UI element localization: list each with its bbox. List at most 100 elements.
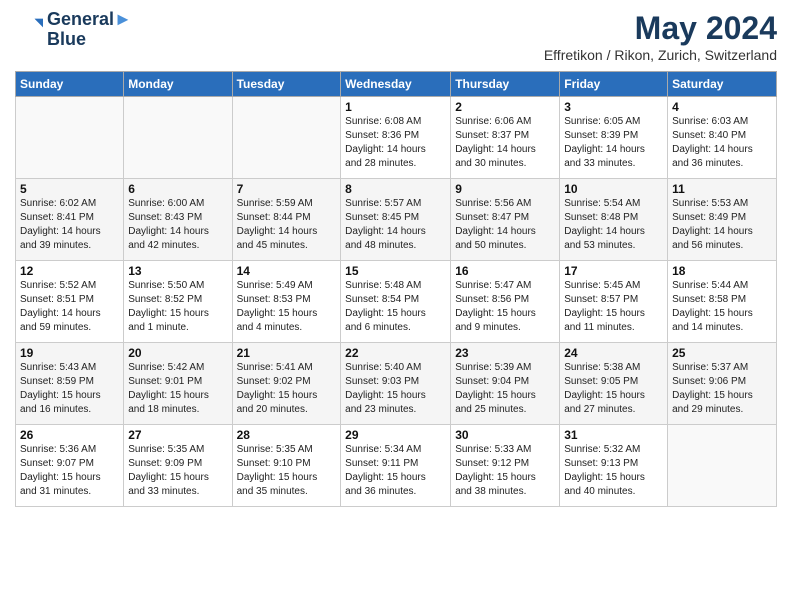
day-info: Sunrise: 5:36 AMSunset: 9:07 PMDaylight:…: [20, 443, 119, 499]
day-number: 28: [237, 428, 337, 442]
weekday-header: Thursday: [451, 72, 560, 97]
day-number: 15: [345, 264, 446, 278]
calendar-cell: 28Sunrise: 5:35 AMSunset: 9:10 PMDayligh…: [232, 425, 341, 507]
day-info: Sunrise: 6:06 AMSunset: 8:37 PMDaylight:…: [455, 115, 555, 171]
logo-icon: [15, 16, 43, 44]
calendar-cell: 21Sunrise: 5:41 AMSunset: 9:02 PMDayligh…: [232, 343, 341, 425]
calendar-week-row: 5Sunrise: 6:02 AMSunset: 8:41 PMDaylight…: [16, 179, 777, 261]
day-info: Sunrise: 6:03 AMSunset: 8:40 PMDaylight:…: [672, 115, 772, 171]
day-info: Sunrise: 5:41 AMSunset: 9:02 PMDaylight:…: [237, 361, 337, 417]
day-number: 14: [237, 264, 337, 278]
day-number: 27: [128, 428, 227, 442]
day-info: Sunrise: 5:49 AMSunset: 8:53 PMDaylight:…: [237, 279, 337, 335]
calendar-week-row: 19Sunrise: 5:43 AMSunset: 8:59 PMDayligh…: [16, 343, 777, 425]
day-info: Sunrise: 5:50 AMSunset: 8:52 PMDaylight:…: [128, 279, 227, 335]
day-info: Sunrise: 5:48 AMSunset: 8:54 PMDaylight:…: [345, 279, 446, 335]
calendar-week-row: 1Sunrise: 6:08 AMSunset: 8:36 PMDaylight…: [16, 97, 777, 179]
day-info: Sunrise: 5:32 AMSunset: 9:13 PMDaylight:…: [564, 443, 663, 499]
day-number: 31: [564, 428, 663, 442]
day-info: Sunrise: 5:44 AMSunset: 8:58 PMDaylight:…: [672, 279, 772, 335]
day-number: 4: [672, 100, 772, 114]
calendar-cell: [124, 97, 232, 179]
weekday-header: Wednesday: [341, 72, 451, 97]
day-info: Sunrise: 5:45 AMSunset: 8:57 PMDaylight:…: [564, 279, 663, 335]
calendar-cell: 8Sunrise: 5:57 AMSunset: 8:45 PMDaylight…: [341, 179, 451, 261]
calendar-cell: 12Sunrise: 5:52 AMSunset: 8:51 PMDayligh…: [16, 261, 124, 343]
calendar-cell: 30Sunrise: 5:33 AMSunset: 9:12 PMDayligh…: [451, 425, 560, 507]
day-info: Sunrise: 5:37 AMSunset: 9:06 PMDaylight:…: [672, 361, 772, 417]
day-info: Sunrise: 5:35 AMSunset: 9:10 PMDaylight:…: [237, 443, 337, 499]
calendar-cell: 4Sunrise: 6:03 AMSunset: 8:40 PMDaylight…: [668, 97, 777, 179]
day-number: 30: [455, 428, 555, 442]
day-info: Sunrise: 5:59 AMSunset: 8:44 PMDaylight:…: [237, 197, 337, 253]
day-number: 25: [672, 346, 772, 360]
day-info: Sunrise: 5:52 AMSunset: 8:51 PMDaylight:…: [20, 279, 119, 335]
calendar-cell: 22Sunrise: 5:40 AMSunset: 9:03 PMDayligh…: [341, 343, 451, 425]
calendar-cell: 29Sunrise: 5:34 AMSunset: 9:11 PMDayligh…: [341, 425, 451, 507]
day-info: Sunrise: 5:38 AMSunset: 9:05 PMDaylight:…: [564, 361, 663, 417]
calendar-cell: 16Sunrise: 5:47 AMSunset: 8:56 PMDayligh…: [451, 261, 560, 343]
day-info: Sunrise: 6:02 AMSunset: 8:41 PMDaylight:…: [20, 197, 119, 253]
day-number: 1: [345, 100, 446, 114]
calendar-cell: 10Sunrise: 5:54 AMSunset: 8:48 PMDayligh…: [560, 179, 668, 261]
header: General► Blue May 2024 Effretikon / Riko…: [15, 10, 777, 63]
day-info: Sunrise: 5:35 AMSunset: 9:09 PMDaylight:…: [128, 443, 227, 499]
day-number: 20: [128, 346, 227, 360]
weekday-header: Friday: [560, 72, 668, 97]
day-number: 9: [455, 182, 555, 196]
calendar-cell: [668, 425, 777, 507]
day-number: 19: [20, 346, 119, 360]
day-info: Sunrise: 6:08 AMSunset: 8:36 PMDaylight:…: [345, 115, 446, 171]
weekday-header: Saturday: [668, 72, 777, 97]
calendar-cell: 5Sunrise: 6:02 AMSunset: 8:41 PMDaylight…: [16, 179, 124, 261]
calendar-cell: 14Sunrise: 5:49 AMSunset: 8:53 PMDayligh…: [232, 261, 341, 343]
calendar-cell: [232, 97, 341, 179]
calendar-cell: 11Sunrise: 5:53 AMSunset: 8:49 PMDayligh…: [668, 179, 777, 261]
day-number: 6: [128, 182, 227, 196]
calendar-cell: [16, 97, 124, 179]
page: General► Blue May 2024 Effretikon / Riko…: [0, 0, 792, 612]
day-number: 3: [564, 100, 663, 114]
logo-text: General► Blue: [47, 10, 132, 50]
day-info: Sunrise: 5:42 AMSunset: 9:01 PMDaylight:…: [128, 361, 227, 417]
calendar-cell: 25Sunrise: 5:37 AMSunset: 9:06 PMDayligh…: [668, 343, 777, 425]
day-number: 16: [455, 264, 555, 278]
calendar-cell: 9Sunrise: 5:56 AMSunset: 8:47 PMDaylight…: [451, 179, 560, 261]
calendar-cell: 13Sunrise: 5:50 AMSunset: 8:52 PMDayligh…: [124, 261, 232, 343]
calendar-cell: 27Sunrise: 5:35 AMSunset: 9:09 PMDayligh…: [124, 425, 232, 507]
day-number: 11: [672, 182, 772, 196]
calendar-header-row: SundayMondayTuesdayWednesdayThursdayFrid…: [16, 72, 777, 97]
day-number: 10: [564, 182, 663, 196]
calendar-cell: 15Sunrise: 5:48 AMSunset: 8:54 PMDayligh…: [341, 261, 451, 343]
calendar-cell: 7Sunrise: 5:59 AMSunset: 8:44 PMDaylight…: [232, 179, 341, 261]
day-number: 29: [345, 428, 446, 442]
main-title: May 2024: [544, 10, 777, 47]
day-info: Sunrise: 5:43 AMSunset: 8:59 PMDaylight:…: [20, 361, 119, 417]
calendar-cell: 19Sunrise: 5:43 AMSunset: 8:59 PMDayligh…: [16, 343, 124, 425]
calendar-cell: 3Sunrise: 6:05 AMSunset: 8:39 PMDaylight…: [560, 97, 668, 179]
calendar-cell: 23Sunrise: 5:39 AMSunset: 9:04 PMDayligh…: [451, 343, 560, 425]
day-info: Sunrise: 6:00 AMSunset: 8:43 PMDaylight:…: [128, 197, 227, 253]
weekday-header: Tuesday: [232, 72, 341, 97]
day-number: 8: [345, 182, 446, 196]
day-number: 7: [237, 182, 337, 196]
calendar-cell: 20Sunrise: 5:42 AMSunset: 9:01 PMDayligh…: [124, 343, 232, 425]
calendar: SundayMondayTuesdayWednesdayThursdayFrid…: [15, 71, 777, 507]
title-block: May 2024 Effretikon / Rikon, Zurich, Swi…: [544, 10, 777, 63]
calendar-cell: 24Sunrise: 5:38 AMSunset: 9:05 PMDayligh…: [560, 343, 668, 425]
day-number: 22: [345, 346, 446, 360]
day-number: 18: [672, 264, 772, 278]
day-number: 23: [455, 346, 555, 360]
calendar-week-row: 12Sunrise: 5:52 AMSunset: 8:51 PMDayligh…: [16, 261, 777, 343]
day-info: Sunrise: 5:47 AMSunset: 8:56 PMDaylight:…: [455, 279, 555, 335]
day-number: 26: [20, 428, 119, 442]
calendar-cell: 18Sunrise: 5:44 AMSunset: 8:58 PMDayligh…: [668, 261, 777, 343]
day-info: Sunrise: 5:40 AMSunset: 9:03 PMDaylight:…: [345, 361, 446, 417]
day-info: Sunrise: 5:56 AMSunset: 8:47 PMDaylight:…: [455, 197, 555, 253]
day-number: 5: [20, 182, 119, 196]
day-number: 21: [237, 346, 337, 360]
calendar-cell: 1Sunrise: 6:08 AMSunset: 8:36 PMDaylight…: [341, 97, 451, 179]
day-number: 2: [455, 100, 555, 114]
day-info: Sunrise: 5:54 AMSunset: 8:48 PMDaylight:…: [564, 197, 663, 253]
subtitle: Effretikon / Rikon, Zurich, Switzerland: [544, 47, 777, 63]
